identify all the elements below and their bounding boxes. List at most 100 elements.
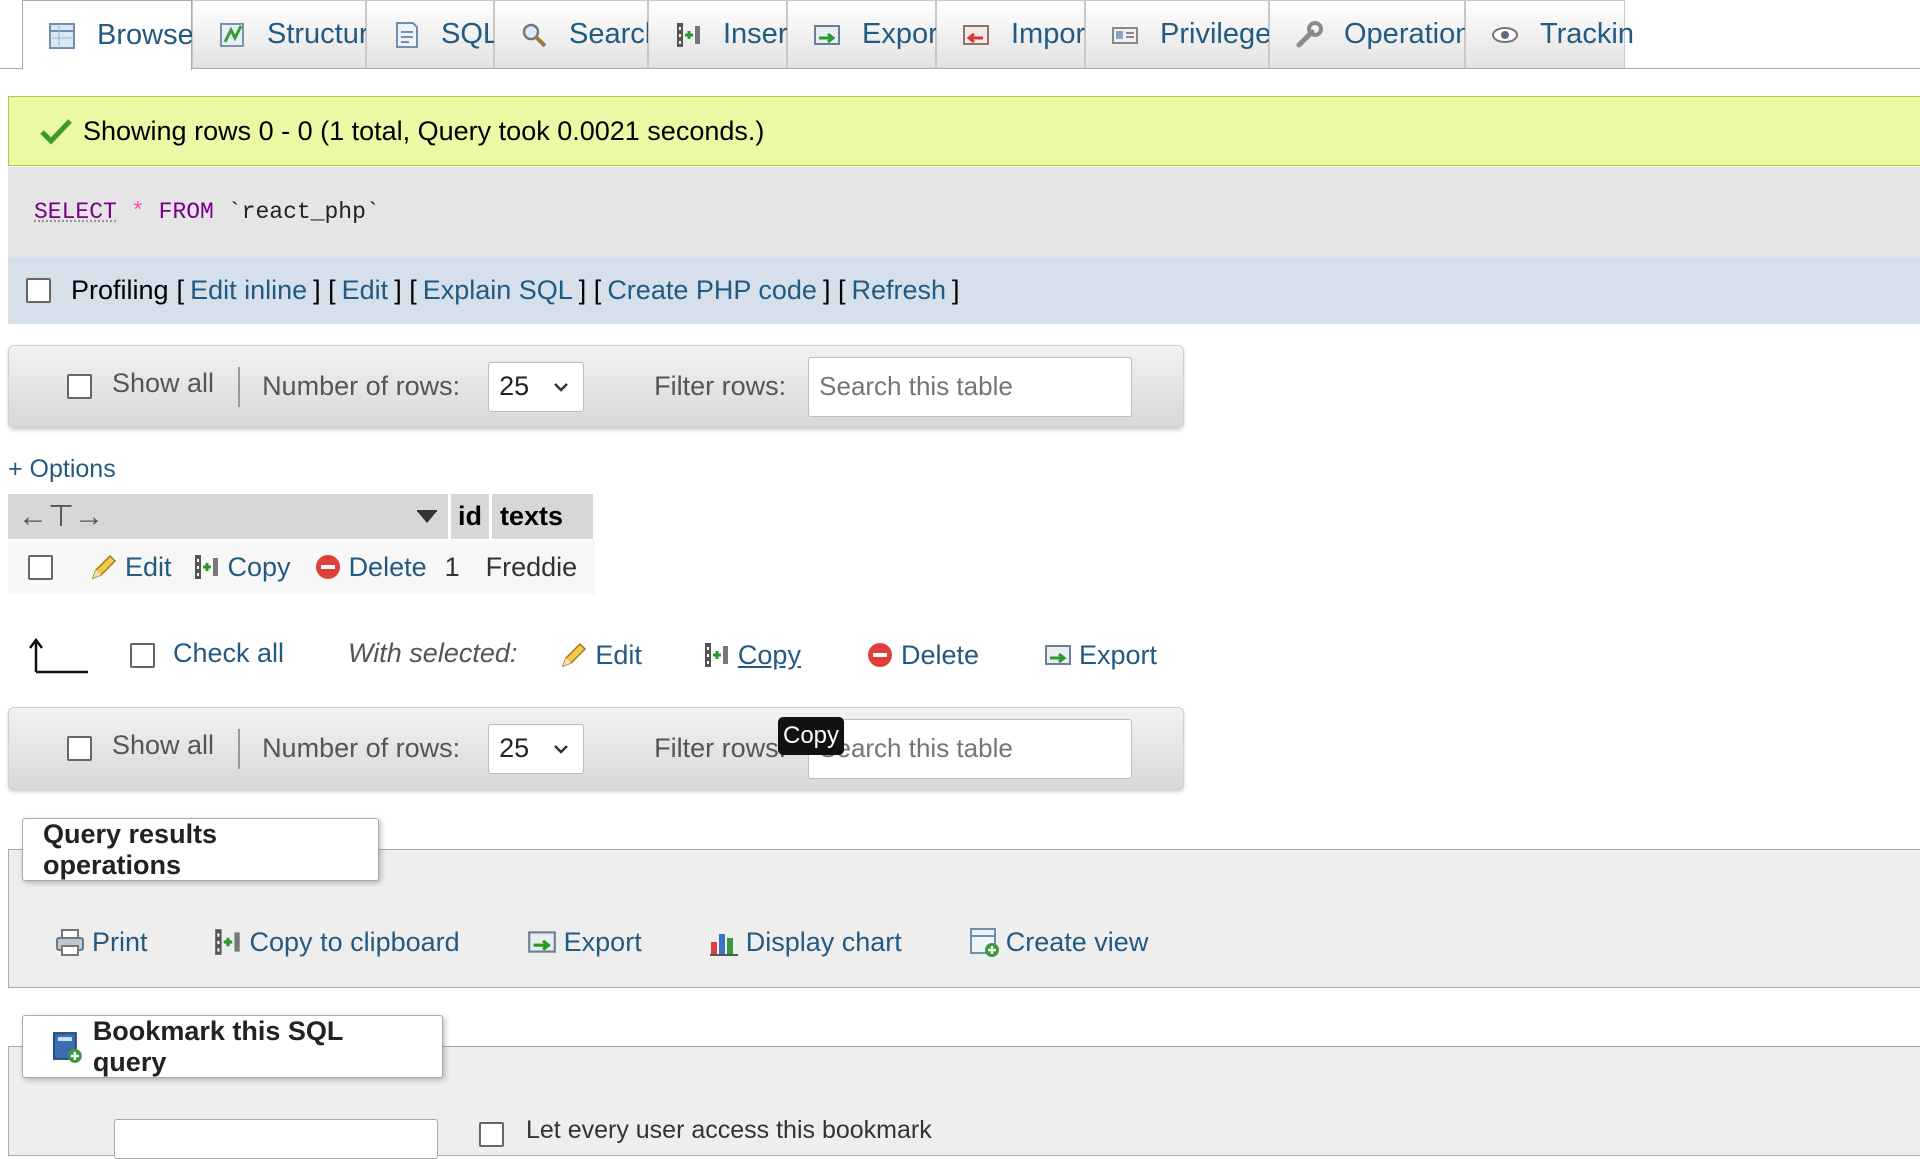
table-row: Edit Copy Delete 1 Freddie (8, 540, 595, 594)
delete-icon (313, 552, 343, 582)
display-chart-label: Display chart (746, 927, 902, 958)
profiling-bar: Profiling [ Edit inline ] [ Edit ] [ Exp… (8, 257, 1920, 324)
bracket: ] [ (394, 275, 417, 306)
sql-icon (391, 20, 421, 50)
wrench-icon (1294, 20, 1324, 50)
rows-select[interactable]: 25 (488, 362, 584, 412)
tab-label: Insert (723, 18, 796, 51)
rows-value: 25 (499, 371, 529, 402)
share-bookmark-checkbox[interactable] (479, 1122, 504, 1147)
explain-sql-link[interactable]: Explain SQL (423, 275, 573, 306)
tab-search[interactable]: Search (494, 0, 648, 68)
check-all-checkbox[interactable] (130, 643, 155, 668)
sql-select-keyword[interactable]: SELECT (34, 199, 117, 225)
row-delete-button[interactable]: Delete (313, 552, 427, 583)
sql-from-keyword: FROM (159, 199, 214, 225)
create-php-code-link[interactable]: Create PHP code (607, 275, 817, 306)
sql-star: * (131, 199, 145, 225)
share-bookmark-label: Let every user access this bookmark (526, 1116, 932, 1145)
bookmark-label-input[interactable] (114, 1119, 438, 1159)
column-header-id[interactable]: id (451, 494, 492, 539)
show-all-label: Show all (112, 368, 214, 399)
filter-rows-input[interactable] (808, 357, 1132, 417)
import-icon (961, 20, 991, 50)
check-all-link[interactable]: Check all (173, 638, 284, 669)
tab-tracking[interactable]: Trackin (1465, 0, 1625, 68)
show-all-checkbox[interactable] (67, 736, 92, 761)
profiling-checkbox[interactable] (26, 278, 51, 303)
tab-label: SQL (441, 18, 499, 51)
column-header-texts[interactable]: texts (492, 494, 593, 539)
print-icon (54, 926, 86, 958)
bracket: ] [ (823, 275, 846, 306)
row-checkbox[interactable] (28, 555, 53, 580)
row-copy-button[interactable]: Copy (192, 552, 291, 583)
export-link[interactable]: Export (526, 926, 642, 958)
privileges-icon (1110, 20, 1140, 50)
export-label: Export (564, 927, 642, 958)
row-copy-label: Copy (228, 552, 291, 583)
column-resize-header[interactable]: ←⊤→ (8, 494, 451, 539)
tab-label: Privileges (1160, 18, 1286, 51)
panel-title: Query results operations (43, 819, 358, 881)
tab-insert[interactable]: Insert (648, 0, 787, 68)
tab-bar: Browse Structure SQL Search Insert Expor… (0, 0, 1920, 69)
tab-sql[interactable]: SQL (366, 0, 494, 68)
row-edit-button[interactable]: Edit (89, 552, 172, 583)
tab-browse[interactable]: Browse (22, 0, 192, 70)
navigation-bar-top: Show all Number of rows: 25 Filter rows: (8, 345, 1184, 428)
query-results-operations-title: Query results operations (22, 818, 379, 881)
options-link[interactable]: + Options (8, 455, 116, 484)
bulk-edit-button[interactable]: Edit (559, 640, 642, 671)
column-header-label: texts (500, 501, 563, 532)
filter-label: Filter rows: (654, 371, 786, 402)
chart-icon (708, 926, 740, 958)
rows-select[interactable]: 25 (488, 724, 584, 774)
with-selected-label: With selected: (348, 638, 517, 669)
rows-value: 25 (499, 733, 529, 764)
edit-link[interactable]: Edit (342, 275, 389, 306)
expand-columns-icon: ←⊤→ (18, 499, 104, 534)
bookmark-icon (51, 1030, 83, 1064)
tab-import[interactable]: Import (936, 0, 1085, 68)
tab-operations[interactable]: Operations (1269, 0, 1465, 68)
copy-icon (702, 640, 732, 670)
print-label: Print (92, 927, 148, 958)
eye-icon (1490, 20, 1520, 50)
filter-rows-input[interactable] (808, 719, 1132, 779)
bulk-delete-button[interactable]: Delete (865, 640, 979, 671)
refresh-link[interactable]: Refresh (851, 275, 946, 306)
bulk-export-button[interactable]: Export (1043, 640, 1157, 671)
export-icon (1043, 640, 1073, 670)
row-delete-label: Delete (349, 552, 427, 583)
structure-icon (217, 20, 247, 50)
sort-triangle-icon (416, 509, 438, 525)
export-icon (812, 20, 842, 50)
cell-id[interactable]: 1 (445, 552, 460, 583)
chevron-down-icon (553, 381, 569, 393)
display-chart-link[interactable]: Display chart (708, 926, 902, 958)
create-view-icon (968, 926, 1000, 958)
bracket: ] [ (579, 275, 602, 306)
tab-label: Browse (97, 19, 194, 52)
navigation-bar-bottom: Show all Number of rows: 25 Filter rows: (8, 707, 1184, 790)
copy-icon (192, 552, 222, 582)
show-all-checkbox[interactable] (67, 374, 92, 399)
edit-inline-link[interactable]: Edit inline (190, 275, 307, 306)
print-link[interactable]: Print (54, 926, 148, 958)
panel-title: Bookmark this SQL query (93, 1016, 422, 1078)
tab-structure[interactable]: Structure (192, 0, 366, 68)
bracket: ] (952, 275, 960, 306)
create-view-link[interactable]: Create view (968, 926, 1149, 958)
tab-privileges[interactable]: Privileges (1085, 0, 1269, 68)
pencil-icon (559, 640, 589, 670)
delete-icon (865, 640, 895, 670)
tab-export[interactable]: Export (787, 0, 936, 68)
copy-to-clipboard-label: Copy to clipboard (250, 927, 460, 958)
bracket: ] [ (313, 275, 336, 306)
sql-query-display: SELECT * FROM `react_php` (8, 167, 1920, 257)
column-header-label: id (458, 501, 482, 532)
copy-to-clipboard-link[interactable]: Copy to clipboard (212, 926, 460, 958)
cell-texts[interactable]: Freddie (486, 552, 578, 583)
bulk-copy-button[interactable]: Copy (702, 640, 801, 671)
